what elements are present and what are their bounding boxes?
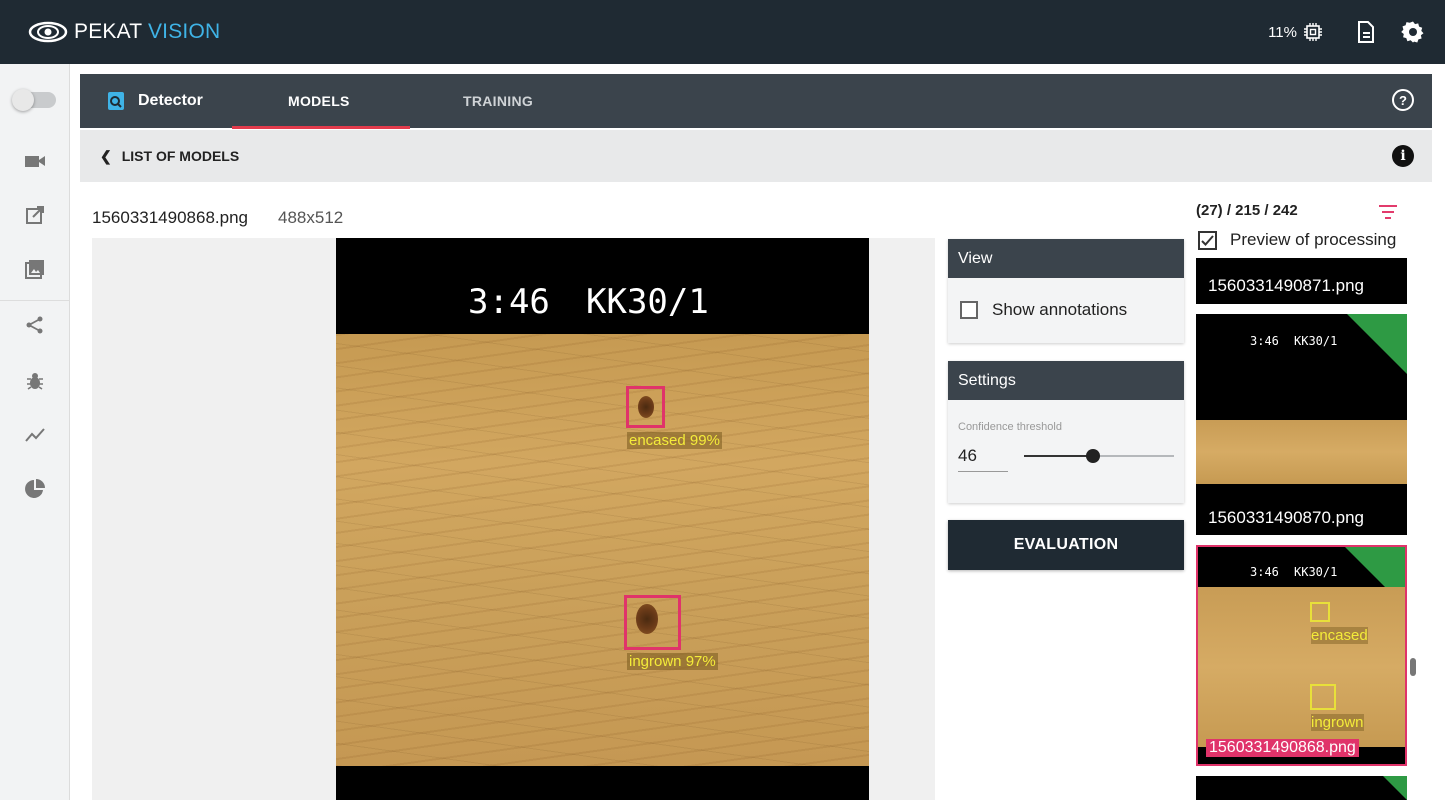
breadcrumb-bar: ❮ LIST OF MODELS i <box>80 130 1432 182</box>
gallery-scrollbar[interactable] <box>1410 658 1416 676</box>
thumbnail[interactable]: 3:46 KK30/1 1560331490870.png <box>1196 314 1407 535</box>
thumbnail-filename: 1560331490870.png <box>1208 508 1364 527</box>
thumbnail-detection-box <box>1310 602 1330 622</box>
wood-board <box>336 334 869 766</box>
back-to-models-link[interactable]: ❮ LIST OF MODELS <box>100 148 239 165</box>
thumbnail-overlay-time: 3:46 <box>1250 565 1279 579</box>
confidence-threshold-label: Confidence threshold <box>958 421 1062 433</box>
view-panel: View Show annotations <box>948 239 1184 343</box>
show-annotations-checkbox[interactable] <box>960 301 978 319</box>
back-label: LIST OF MODELS <box>121 148 240 164</box>
document-icon[interactable] <box>1355 20 1377 44</box>
info-icon[interactable]: i <box>1392 145 1414 167</box>
confidence-slider-fill <box>1024 455 1093 457</box>
top-bar: PEKAT VISION 11% <box>0 0 1445 64</box>
app-logo: PEKAT VISION <box>28 19 220 45</box>
detection-label: ingrown 97% <box>627 653 718 670</box>
filter-icon[interactable] <box>1378 203 1398 221</box>
camera-icon[interactable] <box>22 148 48 174</box>
thumbnail-image <box>1198 587 1405 747</box>
thumbnail-detection-box <box>1310 684 1336 710</box>
help-icon[interactable]: ? <box>1392 89 1414 111</box>
preview-processing-checkbox[interactable] <box>1198 230 1217 250</box>
share-icon[interactable] <box>22 312 48 338</box>
status-ok-corner <box>1347 314 1407 374</box>
image-icon[interactable] <box>22 256 48 282</box>
pie-chart-icon[interactable] <box>22 476 48 502</box>
settings-panel-title: Settings <box>948 361 1184 400</box>
detection-box[interactable] <box>626 386 665 428</box>
sidebar-divider <box>0 300 70 301</box>
detector-icon <box>108 92 124 110</box>
detection-label: encased 99% <box>627 432 722 449</box>
bug-icon[interactable] <box>22 368 48 394</box>
gear-icon[interactable] <box>1401 20 1425 44</box>
tab-models[interactable]: MODELS <box>288 74 350 128</box>
confidence-slider-handle[interactable] <box>1086 449 1100 463</box>
evaluation-button[interactable]: EVALUATION <box>948 520 1184 570</box>
thumbnail-detection-label: encased <box>1311 627 1368 644</box>
logo-text-pekat: PEKAT <box>74 20 142 43</box>
show-annotations-label: Show annotations <box>992 300 1128 319</box>
cpu-usage-value: 11% <box>1268 23 1297 41</box>
status-ok-corner <box>1383 776 1407 800</box>
logo-text-vision: VISION <box>147 20 221 43</box>
image-overlay-time: 3:46 <box>468 282 550 322</box>
thumbnail-filename: 1560331490868.png <box>1206 739 1359 757</box>
thumbnail-selected[interactable]: 3:46 KK30/1 encased ingrown 156033149086… <box>1196 545 1407 766</box>
settings-panel: Settings Confidence threshold 46 <box>948 361 1184 503</box>
confidence-slider[interactable] <box>1024 449 1174 463</box>
thumbnail-image <box>1196 420 1407 484</box>
cpu-usage: 11% <box>1268 22 1323 42</box>
preview-processing-row[interactable]: Preview of processing <box>1198 230 1396 250</box>
confidence-input-underline <box>958 471 1008 472</box>
edit-icon[interactable] <box>22 202 48 228</box>
cpu-icon <box>1304 23 1322 41</box>
detection-box[interactable] <box>624 595 681 650</box>
toggle-knob <box>12 89 34 111</box>
image-dimensions: 488x512 <box>278 208 344 227</box>
panel-header: Detector MODELS TRAINING ? <box>80 74 1432 128</box>
tab-training[interactable]: TRAINING <box>463 74 533 128</box>
thumbnail-detection-label: ingrown <box>1311 714 1364 731</box>
detector-title: Detector <box>108 92 203 110</box>
preview-processing-label: Preview of processing <box>1230 230 1397 249</box>
logo-text: PEKAT VISION <box>74 20 220 44</box>
detector-label: Detector <box>138 92 203 109</box>
active-tab-indicator <box>232 126 410 129</box>
image-filename: 1560331490868.png <box>92 208 248 227</box>
mode-toggle[interactable] <box>12 89 56 111</box>
thumbnail[interactable] <box>1196 776 1407 800</box>
view-panel-title: View <box>948 239 1184 278</box>
show-annotations-row[interactable]: Show annotations <box>948 278 1184 342</box>
thumbnail-overlay-code: KK30/1 <box>1294 565 1338 579</box>
chevron-left-icon: ❮ <box>100 147 112 164</box>
eye-logo-icon <box>28 21 68 43</box>
image-counts: (27) / 215 / 242 <box>1196 202 1298 219</box>
confidence-threshold-input[interactable]: 46 <box>958 446 977 466</box>
thumbnail[interactable]: 1560331490871.png <box>1196 258 1407 304</box>
thumbnail-overlay-code: KK30/1 <box>1294 334 1338 348</box>
inspection-image[interactable]: 3:46 KK30/1 encased 99% ingrown 97% <box>336 238 869 800</box>
thumbnail-overlay-time: 3:46 <box>1250 334 1279 348</box>
image-overlay-code: KK30/1 <box>586 282 709 322</box>
chart-line-icon[interactable] <box>22 422 48 448</box>
left-sidebar <box>0 64 70 800</box>
thumbnail-filename: 1560331490871.png <box>1208 276 1364 295</box>
